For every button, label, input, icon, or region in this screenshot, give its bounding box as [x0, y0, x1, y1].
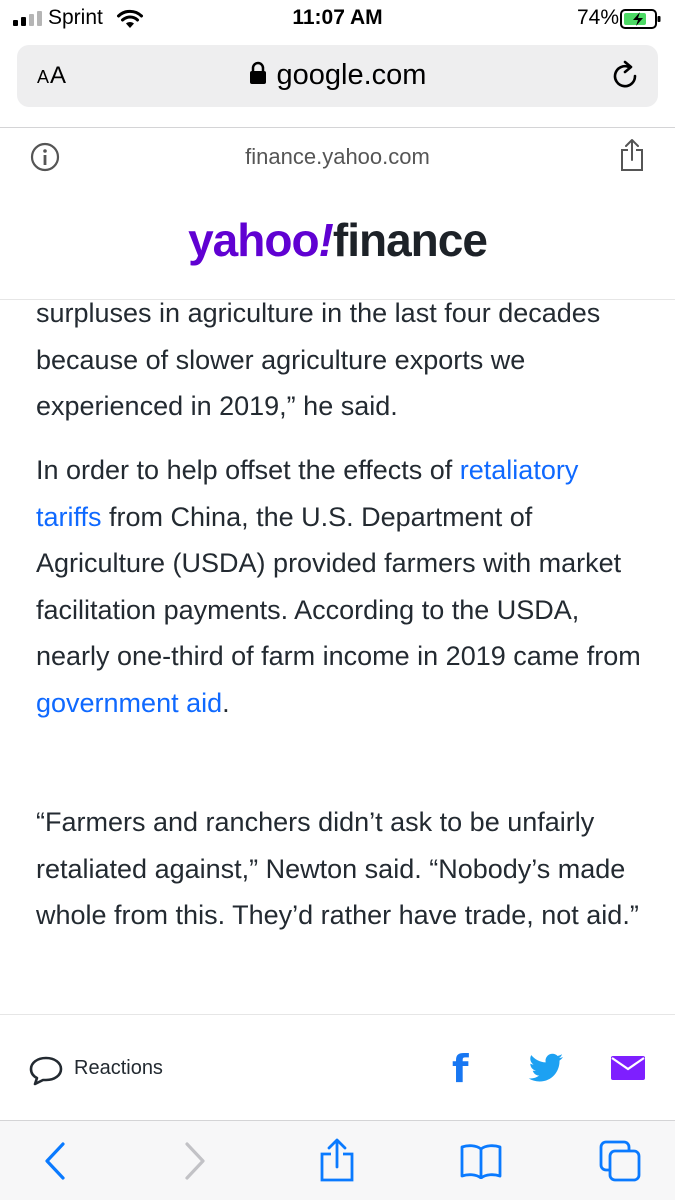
article-body: surpluses in agriculture in the last fou… — [0, 301, 675, 1014]
reactions-bar: Reactions f — [0, 1014, 675, 1120]
article-paragraph: “Farmers and ranchers didn’t ask to be u… — [36, 807, 639, 930]
site-header: yahoo!finance — [0, 185, 675, 300]
twitter-icon[interactable] — [528, 1053, 564, 1083]
battery-icon — [620, 9, 661, 29]
address-field[interactable]: google.com — [17, 59, 658, 92]
back-icon[interactable] — [42, 1141, 68, 1181]
forward-icon[interactable] — [182, 1141, 208, 1181]
facebook-icon[interactable]: f — [452, 1047, 469, 1091]
share-icon[interactable] — [619, 138, 645, 172]
page-info-bar: finance.yahoo.com — [0, 127, 675, 185]
reload-icon[interactable] — [611, 60, 641, 92]
article-paragraph: surpluses in agriculture in the last fou… — [36, 301, 601, 421]
bookmarks-icon[interactable] — [459, 1143, 503, 1179]
status-time: 11:07 AM — [292, 6, 383, 29]
browser-toolbar — [0, 1120, 675, 1200]
article-paragraph: In order to help offset the effects of r… — [36, 455, 641, 718]
mail-icon[interactable] — [611, 1056, 645, 1080]
yahoo-finance-logo[interactable]: yahoo!finance — [0, 213, 675, 267]
status-bar: Sprint 11:07 AM 74% — [0, 0, 675, 40]
comment-icon[interactable] — [28, 1055, 64, 1087]
address-bar[interactable]: AA google.com — [17, 45, 658, 107]
share-icon[interactable] — [318, 1137, 356, 1183]
lock-icon — [249, 62, 266, 85]
link-government-aid[interactable]: government aid — [36, 688, 222, 718]
address-domain: google.com — [276, 59, 427, 91]
page-url: finance.yahoo.com — [245, 144, 430, 169]
reactions-label[interactable]: Reactions — [74, 1057, 163, 1080]
tabs-icon[interactable] — [598, 1139, 642, 1183]
battery-percent: 74% — [576, 6, 619, 29]
